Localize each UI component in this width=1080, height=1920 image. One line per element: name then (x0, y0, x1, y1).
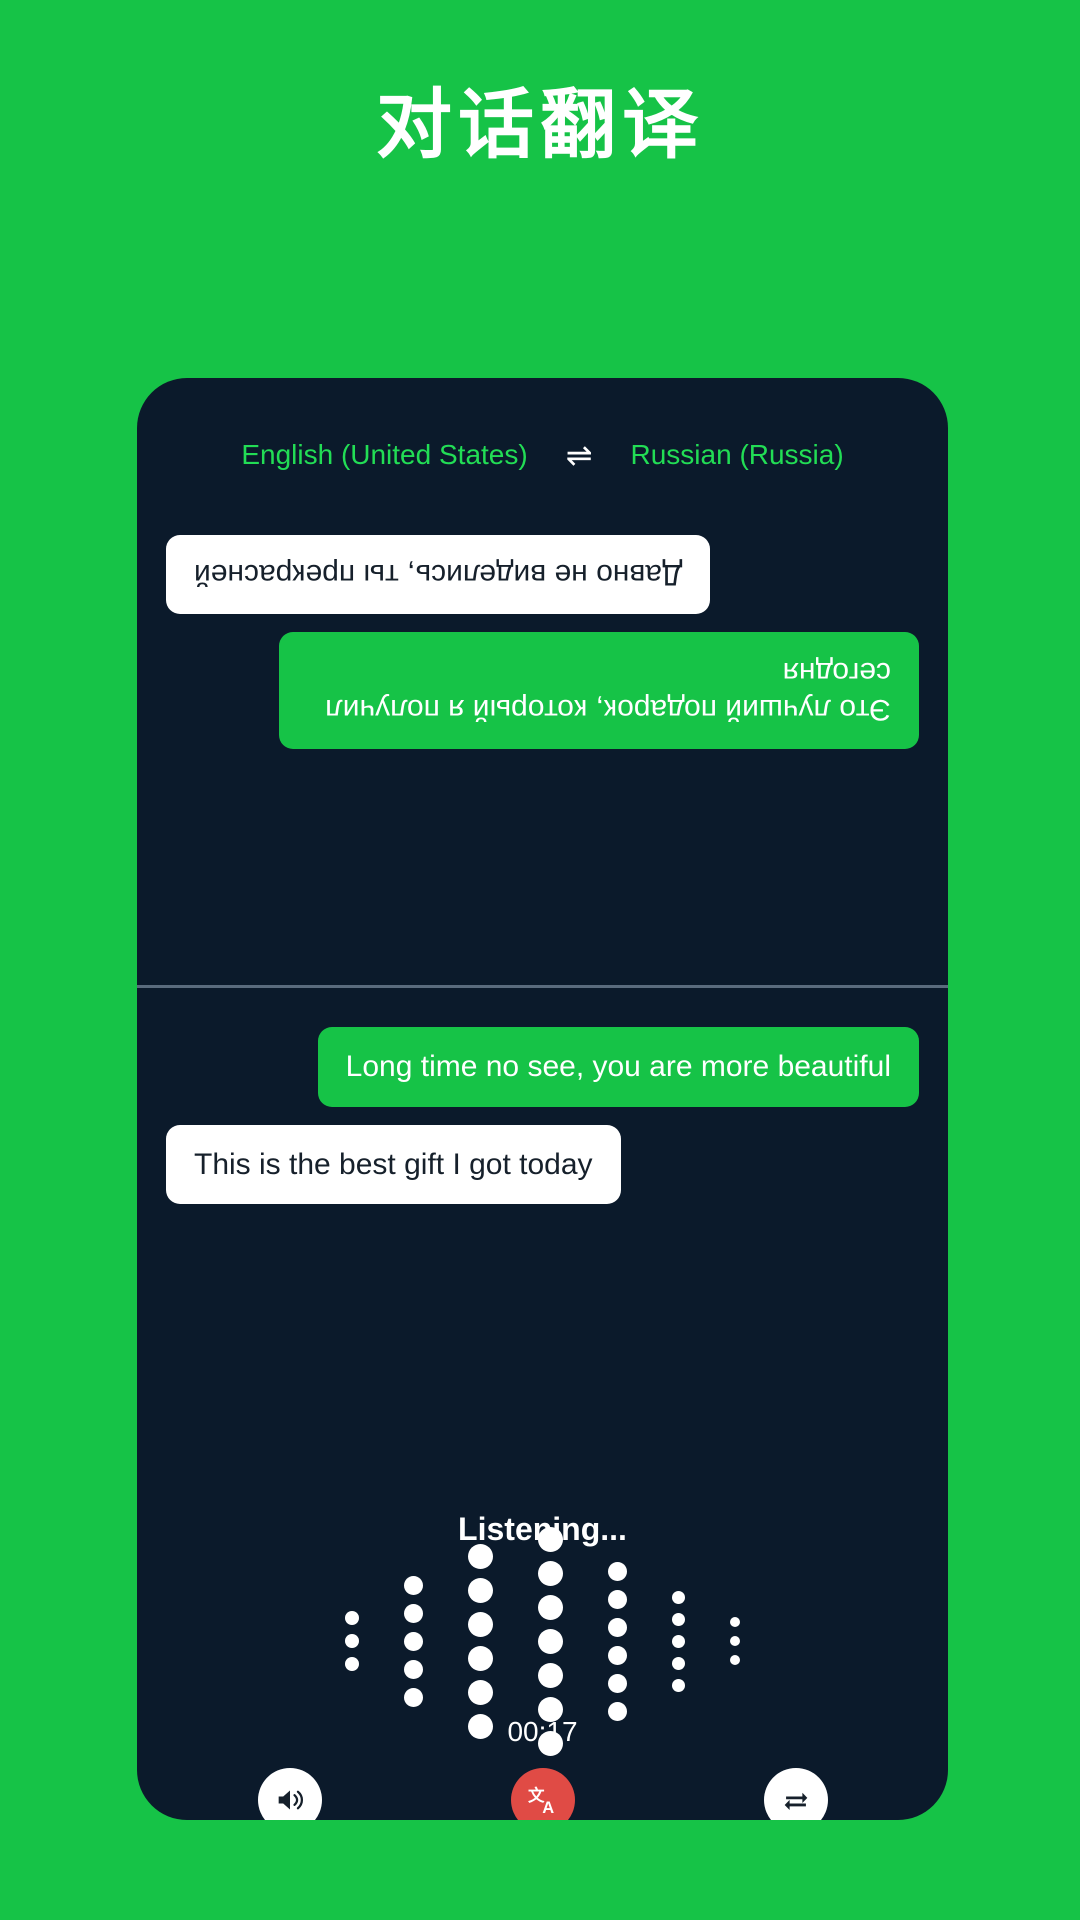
waveform-dot (468, 1577, 493, 1603)
target-language-label[interactable]: Russian (Russia) (631, 439, 844, 471)
waveform-dot (730, 1655, 740, 1665)
waveform-dot (538, 1526, 563, 1552)
waveform-dot (468, 1645, 493, 1671)
waveform-dot (538, 1628, 563, 1654)
waveform-dot (730, 1636, 740, 1646)
recording-timer: 00:17 (507, 1716, 578, 1747)
waveform-column (468, 1543, 493, 1739)
waveform-dot (672, 1656, 685, 1670)
waveform-dot (404, 1575, 423, 1595)
waveform-dot (345, 1657, 359, 1671)
conversation-pane-bottom: Long time no see, you are more beautiful… (137, 998, 948, 1213)
waveform-dot (608, 1589, 627, 1609)
message-bubble[interactable]: Давно не виделись, ты прекрасней (166, 535, 711, 615)
waveform-dot (468, 1611, 493, 1637)
waveform-dot (538, 1662, 563, 1688)
waveform-dot (672, 1612, 685, 1626)
translate-icon[interactable]: 文 A (510, 1768, 575, 1820)
waveform-dot (404, 1659, 423, 1679)
waveform-column (345, 1611, 359, 1671)
message-row: Это лучший подарок, который я получил се… (137, 624, 948, 759)
speaker-on-icon[interactable] (257, 1768, 322, 1820)
waveform-dot (730, 1617, 740, 1627)
bottom-controls: Speaker is on 文 A Quit Toggle (137, 1768, 948, 1820)
waveform-dot (468, 1543, 493, 1569)
waveform-dot (345, 1634, 359, 1648)
waveform-dot (404, 1631, 423, 1651)
waveform-dot (538, 1560, 563, 1586)
message-row: This is the best gift I got today (137, 1116, 948, 1214)
waveform-column (672, 1590, 685, 1692)
waveform-dot (608, 1617, 627, 1637)
waveform-dot (404, 1603, 423, 1623)
waveform-dot (608, 1645, 627, 1665)
page-title: 对话翻译 (376, 83, 704, 168)
waveform-dot (468, 1679, 493, 1705)
waveform-column (608, 1561, 627, 1721)
message-bubble[interactable]: This is the best gift I got today (166, 1124, 621, 1204)
waveform-dot (345, 1611, 359, 1625)
waveform-dot (672, 1678, 685, 1692)
speaker-button[interactable]: Speaker is on (175, 1768, 405, 1820)
conversation-translate-card: English (United States) ⇌ Russian (Russi… (137, 378, 948, 1820)
waveform-column (730, 1617, 740, 1665)
waveform-dot (538, 1594, 563, 1620)
audio-waveform (137, 1526, 948, 1756)
waveform-dot (672, 1590, 685, 1604)
source-language-label[interactable]: English (United States) (241, 439, 527, 471)
waveform-dot (608, 1673, 627, 1693)
swap-horizontal-icon[interactable]: ⇌ (566, 439, 593, 471)
waveform-dot (672, 1634, 685, 1648)
pane-divider (137, 985, 948, 988)
waveform-column (404, 1575, 423, 1707)
message-row: Давно не виделись, ты прекрасней (137, 526, 948, 624)
waveform-dot (404, 1687, 423, 1707)
language-selector-row: English (United States) ⇌ Russian (Russi… (137, 439, 948, 471)
svg-text:A: A (542, 1799, 554, 1817)
message-row: Long time no see, you are more beautiful (137, 1018, 948, 1116)
toggle-button[interactable]: Toggle (681, 1768, 911, 1820)
quit-button[interactable]: 文 A Quit (428, 1768, 658, 1820)
message-bubble[interactable]: Long time no see, you are more beautiful (317, 1027, 919, 1107)
message-bubble[interactable]: Это лучший подарок, который я получил се… (279, 632, 919, 750)
waveform-dot (608, 1561, 627, 1581)
repeat-swap-icon[interactable] (763, 1768, 828, 1820)
conversation-pane-top: Это лучший подарок, который я получил се… (137, 508, 948, 985)
